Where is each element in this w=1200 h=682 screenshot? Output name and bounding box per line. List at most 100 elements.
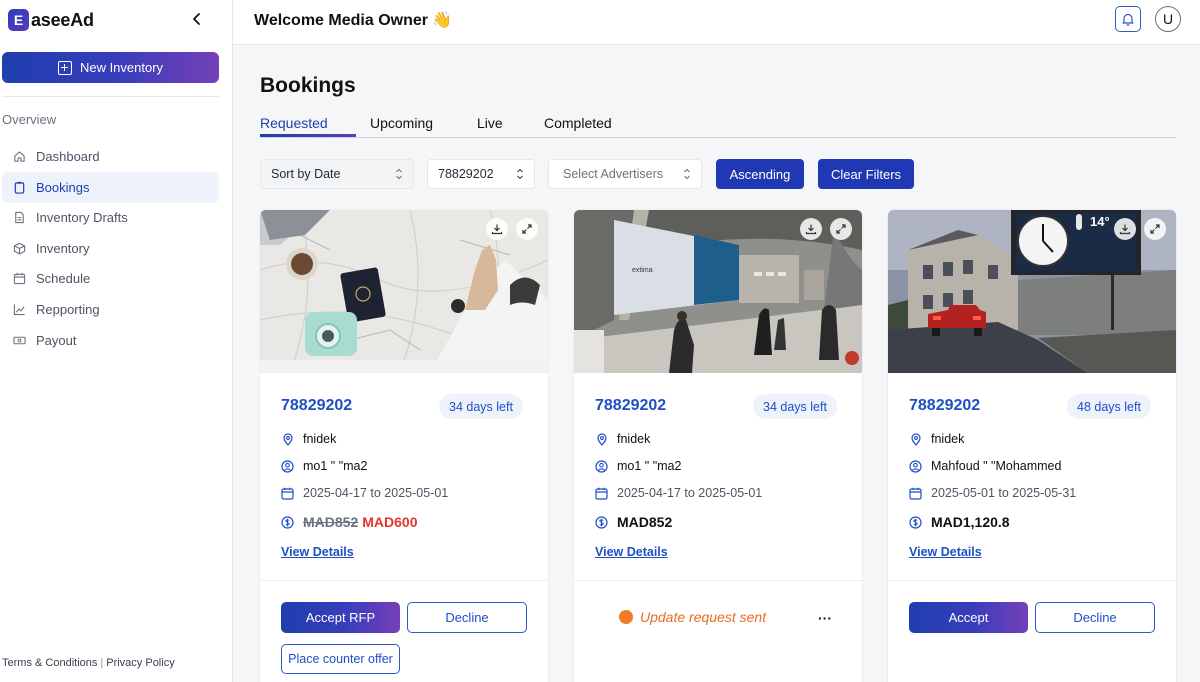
dates-text: 2025-04-17 to 2025-05-01 — [617, 486, 763, 500]
days-left-badge: 34 days left — [753, 394, 837, 419]
expand-button[interactable] — [1144, 218, 1166, 240]
new-inventory-label: New Inventory — [79, 60, 164, 75]
download-icon — [805, 224, 817, 235]
location-row: fnidek — [909, 432, 964, 446]
ascending-button[interactable]: Ascending — [716, 159, 804, 189]
advertiser-text: mo1 " "ma2 — [303, 459, 368, 473]
view-details-link[interactable]: View Details — [281, 545, 354, 559]
dates-row: 2025-04-17 to 2025-05-01 — [595, 486, 762, 500]
status-text: Update request sent — [640, 609, 767, 625]
booking-card: 14° 78829202 48 days left fnidek Mahfoud… — [888, 210, 1176, 682]
chevron-updown-icon — [684, 168, 690, 180]
sidebar-item-bookings[interactable]: Bookings — [2, 171, 219, 203]
location-text: fnidek — [303, 432, 337, 446]
view-details-link[interactable]: View Details — [595, 545, 668, 559]
sidebar-item-schedule[interactable]: Schedule — [2, 263, 219, 294]
expand-button[interactable] — [830, 218, 852, 240]
dollar-circle-icon — [909, 515, 922, 529]
logo-mark: E — [8, 9, 29, 31]
download-button[interactable] — [486, 218, 508, 240]
accept-button[interactable]: Accept — [909, 602, 1028, 633]
sidebar-item-label: Inventory Drafts — [36, 210, 128, 226]
notifications-button[interactable] — [1115, 6, 1141, 32]
calendar-icon — [281, 487, 294, 500]
price-row: MAD1,120.8 — [909, 514, 1010, 530]
booking-id-link[interactable]: 78829202 — [909, 397, 980, 415]
new-inventory-button[interactable]: New Inventory — [2, 52, 219, 83]
sidebar-divider — [2, 96, 219, 97]
sidebar: E aseeAd New Inventory Overview Dashboar… — [0, 0, 233, 682]
download-icon — [1119, 224, 1131, 235]
terms-link[interactable]: Terms & Conditions — [2, 657, 97, 669]
price-text: MAD852 — [617, 514, 673, 530]
booking-card: 78829202 34 days left fnidek mo1 " "ma2 … — [260, 210, 548, 682]
offer-price: MAD600 — [362, 514, 418, 530]
tab-live[interactable]: Live — [477, 115, 503, 137]
price-text: MAD1,120.8 — [931, 514, 1010, 530]
sidebar-item-label: Repporting — [36, 302, 100, 318]
location-pin-icon — [281, 432, 294, 446]
sidebar-item-label: Schedule — [36, 271, 91, 287]
download-button[interactable] — [800, 218, 822, 240]
chevron-updown-icon — [517, 168, 523, 180]
app-logo[interactable]: E aseeAd — [8, 8, 94, 32]
privacy-link[interactable]: Privacy Policy — [106, 657, 174, 669]
download-icon — [491, 224, 503, 235]
location-text: fnidek — [931, 432, 965, 446]
card-divider — [260, 580, 548, 581]
location-pin-icon — [909, 432, 922, 446]
booking-tabs: Requested Upcoming Live Completed — [260, 115, 1176, 138]
dollar-circle-icon — [595, 515, 608, 529]
collapse-sidebar-button[interactable] — [188, 10, 206, 28]
top-header: Welcome Media Owner 👋 U — [233, 0, 1200, 45]
billboard-brand: extima — [632, 267, 653, 274]
calendar-icon — [909, 487, 922, 500]
tab-completed[interactable]: Completed — [544, 115, 612, 137]
update-request-status: Update request sent — [619, 609, 766, 625]
booking-id-link[interactable]: 78829202 — [595, 397, 666, 415]
expand-button[interactable] — [516, 218, 538, 240]
decline-button[interactable]: Decline — [1035, 602, 1155, 633]
user-circle-icon — [909, 459, 922, 473]
box-icon — [12, 241, 26, 255]
expand-icon — [1150, 224, 1160, 234]
logo-text: aseeAd — [31, 9, 94, 30]
section-label-overview: Overview — [2, 112, 57, 127]
booking-card: extima 78829202 34 days left fnidek mo1 … — [574, 210, 862, 682]
sidebar-item-dashboard[interactable]: Dashboard — [2, 141, 219, 172]
decline-button[interactable]: Decline — [407, 602, 527, 633]
booking-id-select[interactable]: 78829202 — [427, 159, 535, 189]
download-button[interactable] — [1114, 218, 1136, 240]
calendar-icon — [12, 272, 26, 286]
more-options-button[interactable]: ··· — [818, 610, 832, 626]
footer-separator: | — [100, 657, 104, 669]
sidebar-nav: Dashboard Bookings Inventory Drafts Inve… — [2, 141, 219, 355]
sidebar-item-inventory-drafts[interactable]: Inventory Drafts — [2, 202, 219, 233]
view-details-link[interactable]: View Details — [909, 545, 982, 559]
sidebar-item-payout[interactable]: Payout — [2, 325, 219, 356]
home-icon — [12, 150, 26, 164]
page-title: Bookings — [260, 74, 356, 97]
sidebar-item-reporting[interactable]: Repporting — [2, 294, 219, 325]
tab-upcoming[interactable]: Upcoming — [370, 115, 433, 137]
clipboard-icon — [12, 180, 26, 194]
advertiser-row: mo1 " "ma2 — [281, 459, 367, 473]
pending-status-dot — [619, 610, 633, 624]
document-icon — [12, 211, 26, 225]
sidebar-item-inventory[interactable]: Inventory — [2, 233, 219, 264]
dates-text: 2025-05-01 to 2025-05-31 — [931, 486, 1077, 500]
expand-icon — [836, 224, 846, 234]
original-price: MAD852 — [303, 514, 359, 530]
booking-image: 14° — [888, 210, 1176, 373]
clear-filters-button[interactable]: Clear Filters — [818, 159, 914, 189]
accept-rfp-button[interactable]: Accept RFP — [281, 602, 400, 633]
sort-select[interactable]: Sort by Date — [260, 159, 414, 189]
user-avatar[interactable]: U — [1155, 6, 1181, 32]
user-circle-icon — [595, 459, 608, 473]
sidebar-item-label: Dashboard — [36, 149, 100, 164]
advertisers-select[interactable]: Select Advertisers — [548, 159, 702, 189]
counter-offer-button[interactable]: Place counter offer — [281, 644, 400, 674]
booking-id-value: 78829202 — [438, 167, 494, 181]
booking-id-link[interactable]: 78829202 — [281, 397, 352, 415]
location-text: fnidek — [617, 432, 651, 446]
